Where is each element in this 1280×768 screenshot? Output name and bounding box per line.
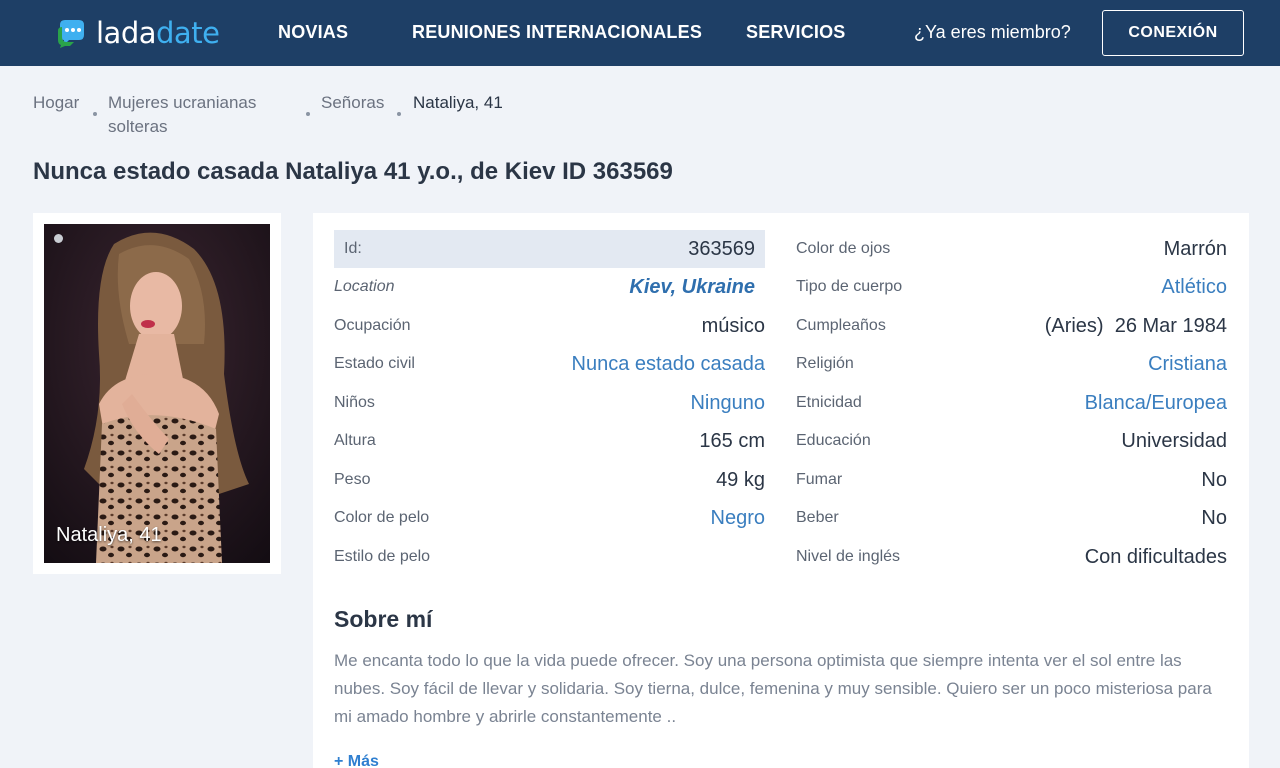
detail-row-smoking: Fumar No	[796, 461, 1227, 499]
detail-label: Fumar	[796, 471, 843, 488]
detail-label: Location	[334, 278, 395, 295]
logo-wordmark-part2: date	[156, 16, 220, 50]
detail-row-drinking: Beber No	[796, 499, 1227, 537]
location-link[interactable]: Kiev, Ukraine	[629, 276, 755, 299]
breadcrumb-separator	[306, 112, 310, 116]
detail-row-english-level: Nivel de inglés Con dificultades	[796, 538, 1227, 576]
breadcrumb-separator	[397, 112, 401, 116]
logo-wordmark-part1: lada	[96, 16, 157, 50]
detail-value: 165 cm	[699, 429, 765, 452]
login-button[interactable]: CONEXIÓN	[1102, 10, 1244, 56]
children-link[interactable]: Ninguno	[690, 392, 765, 415]
member-prompt: ¿Ya eres miembro?	[914, 22, 1071, 42]
breadcrumb-separator	[93, 112, 97, 116]
detail-label: Ocupación	[334, 317, 411, 334]
detail-label: Cumpleaños	[796, 317, 886, 334]
breadcrumb-ukrainian-women[interactable]: Mujeres ucranianas solteras	[108, 91, 256, 139]
detail-label: Altura	[334, 432, 376, 449]
detail-label: Estado civil	[334, 355, 415, 372]
page-title: Nunca estado casada Nataliya 41 y.o., de…	[33, 158, 673, 185]
detail-row-location: Location Kiev, Ukraine	[334, 268, 765, 306]
detail-row-children: Niños Ninguno	[334, 384, 765, 422]
detail-row-body-type: Tipo de cuerpo Atlético	[796, 268, 1227, 306]
detail-label: Id:	[344, 240, 362, 257]
detail-value: 363569	[688, 237, 755, 260]
detail-value: músico	[701, 314, 765, 337]
body-type-link[interactable]: Atlético	[1161, 276, 1227, 299]
breadcrumb-ukrainian-women-line1: Mujeres ucranianas	[108, 93, 257, 112]
detail-label: Color de pelo	[334, 509, 430, 526]
detail-value: Marrón	[1163, 237, 1227, 260]
detail-row-education: Educación Universidad	[796, 422, 1227, 460]
detail-row-hair-style: Estilo de pelo	[334, 538, 765, 576]
online-status-indicator	[54, 234, 63, 243]
read-more-link[interactable]: + Más	[334, 753, 379, 768]
religion-link[interactable]: Cristiana	[1148, 353, 1227, 376]
detail-row-birthday: Cumpleaños (Aries) 26 Mar 1984	[796, 307, 1227, 345]
detail-row-hair-color: Color de pelo Negro	[334, 499, 765, 537]
detail-row-id: Id: 363569	[334, 230, 765, 268]
breadcrumb-current: Nataliya, 41	[413, 93, 503, 112]
nav-reuniones-internacionales[interactable]: REUNIONES INTERNACIONALES	[412, 22, 702, 43]
detail-value: (Aries) 26 Mar 1984	[1044, 314, 1227, 337]
detail-label: Beber	[796, 509, 839, 526]
detail-row-ethnicity: Etnicidad Blanca/Europea	[796, 384, 1227, 422]
hair-color-link[interactable]: Negro	[711, 507, 765, 530]
detail-label: Religión	[796, 355, 854, 372]
breadcrumb-ukrainian-women-line2: solteras	[108, 117, 168, 136]
nav-servicios[interactable]: SERVICIOS	[746, 22, 846, 43]
detail-value: 49 kg	[716, 468, 765, 491]
detail-label: Etnicidad	[796, 394, 862, 411]
nav-novias[interactable]: NOVIAS	[278, 22, 348, 43]
detail-value: Universidad	[1121, 429, 1227, 452]
ethnicity-link[interactable]: Blanca/Europea	[1085, 392, 1227, 415]
about-text: Me encanta todo lo que la vida puede ofr…	[334, 651, 1212, 726]
detail-row-height: Altura 165 cm	[334, 422, 765, 460]
marital-status-link[interactable]: Nunca estado casada	[572, 353, 765, 376]
detail-label: Niños	[334, 394, 375, 411]
detail-row-occupation: Ocupación músico	[334, 307, 765, 345]
detail-row-weight: Peso 49 kg	[334, 461, 765, 499]
breadcrumb-ladies[interactable]: Señoras	[321, 91, 384, 115]
detail-label: Peso	[334, 471, 371, 488]
detail-row-marital-status: Estado civil Nunca estado casada	[334, 345, 765, 383]
detail-label: Nivel de inglés	[796, 548, 901, 565]
profile-photo-illustration	[44, 224, 270, 563]
top-navigation-bar: ladadate NOVIAS REUNIONES INTERNACIONALE…	[0, 0, 1280, 66]
chat-bubble-logo-icon	[56, 17, 88, 49]
detail-value: No	[1201, 506, 1227, 529]
site-logo[interactable]: ladadate	[56, 14, 220, 52]
breadcrumb-home[interactable]: Hogar	[33, 91, 79, 115]
profile-photo[interactable]: Nataliya, 41	[44, 224, 270, 563]
detail-value: Con dificultades	[1084, 545, 1227, 568]
detail-label: Tipo de cuerpo	[796, 278, 903, 295]
about-heading: Sobre mí	[334, 606, 433, 632]
detail-label: Estilo de pelo	[334, 548, 431, 565]
detail-value: No	[1201, 468, 1227, 491]
detail-row-religion: Religión Cristiana	[796, 345, 1227, 383]
detail-label: Educación	[796, 432, 871, 449]
profile-details-card: Id: 363569 Location Kiev, Ukraine Ocupac…	[313, 213, 1249, 768]
detail-row-eye-color: Color de ojos Marrón	[796, 230, 1227, 268]
photo-caption: Nataliya, 41	[56, 524, 162, 546]
logo-wordmark: ladadate	[96, 16, 220, 50]
profile-photo-card: Nataliya, 41	[33, 213, 281, 574]
detail-label: Color de ojos	[796, 240, 891, 257]
